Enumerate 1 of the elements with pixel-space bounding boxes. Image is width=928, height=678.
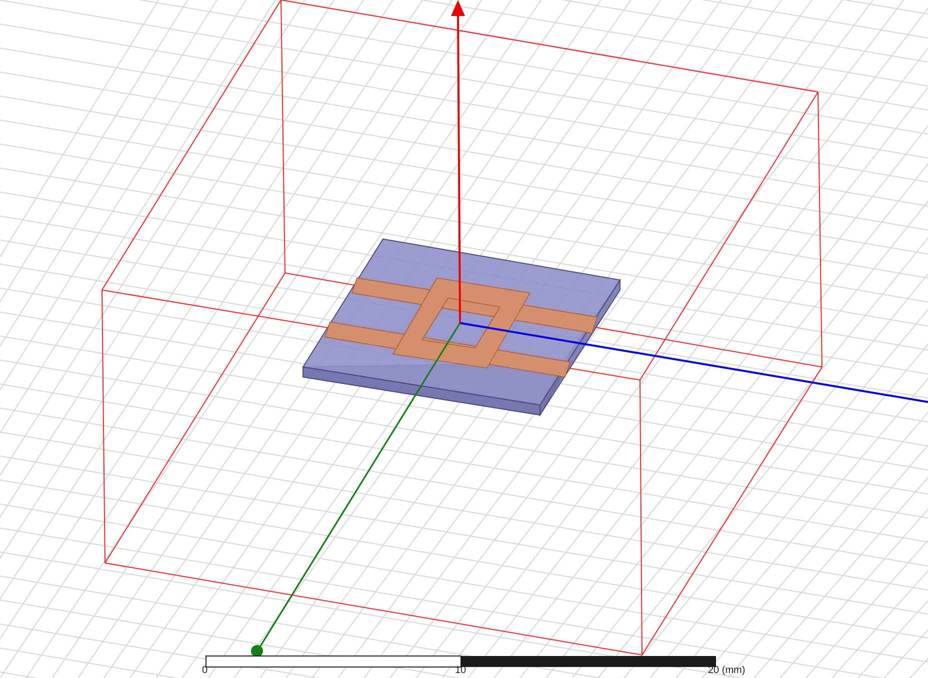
scale-label: 20 (mm) (708, 665, 746, 677)
